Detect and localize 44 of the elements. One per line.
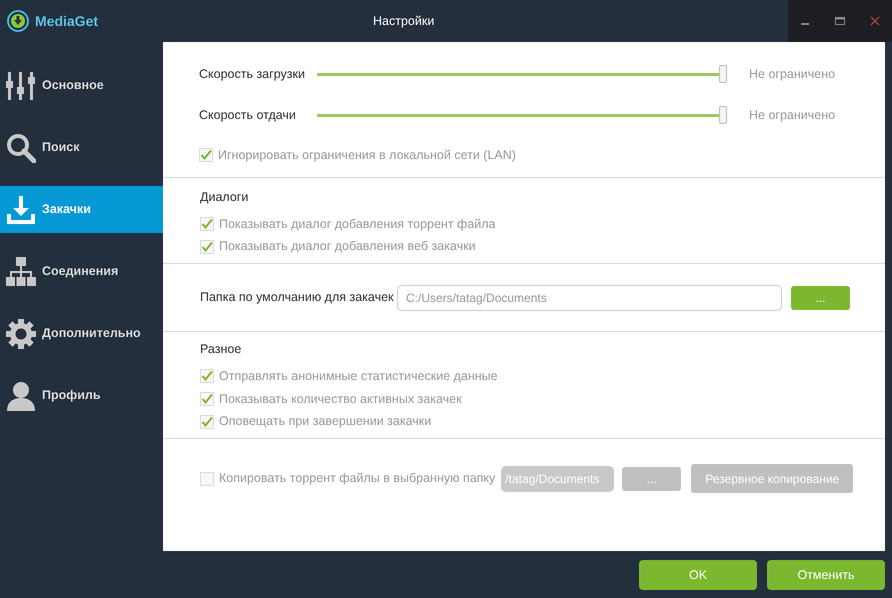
checkmark-icon — [201, 240, 213, 253]
slider-thumb[interactable] — [719, 65, 727, 83]
sidebar-item[interactable]: Соединения — [0, 248, 163, 295]
slider-label: Скорость загрузки — [199, 66, 306, 83]
checkbox-option[interactable]: Игнорировать ограничения в локальной сети (LAN) — [199, 146, 516, 165]
browse-button[interactable]: ... — [791, 286, 850, 310]
checkbox-option[interactable]: Показывать диалог добавления веб закачки — [200, 237, 476, 256]
folder-field[interactable]: C:/Users/tatag/Documents — [397, 284, 782, 310]
field-label: Папка по умолчанию для закачек — [200, 289, 395, 306]
maximize-icon[interactable] — [834, 16, 845, 26]
checkmark-icon — [201, 416, 213, 428]
network-icon — [6, 256, 36, 286]
sliders-icon — [6, 70, 36, 100]
checkbox-option[interactable]: Показывать диалог добавления торрент файла — [200, 214, 496, 234]
user-icon — [6, 380, 36, 410]
sidebar-item[interactable]: Закачки — [0, 186, 163, 233]
app-name: MediaGet — [35, 12, 98, 30]
checkmark-icon — [201, 392, 213, 405]
section-title: Разное — [200, 341, 242, 358]
checkmark-icon — [201, 370, 213, 382]
download-icon — [6, 194, 36, 224]
sidebar-item[interactable]: Поиск — [0, 124, 163, 171]
checkbox-option[interactable]: Отправлять анонимные статистические данные — [200, 366, 498, 386]
close-icon[interactable] — [870, 16, 880, 26]
logo-icon — [7, 10, 29, 32]
slider-value: Не ограничено — [749, 66, 836, 83]
section-title: Диалоги — [200, 188, 250, 206]
dialog-button[interactable]: OK — [639, 560, 757, 590]
checkbox-option[interactable]: Оповещать при завершении закачки — [200, 412, 432, 431]
slider-thumb[interactable] — [719, 106, 727, 124]
sidebar-item[interactable]: Основное — [0, 62, 163, 109]
slider-label: Скорость отдачи — [199, 106, 297, 124]
checkbox-option[interactable]: Показывать количество активных закачек — [200, 390, 462, 408]
sidebar-item[interactable]: Профиль — [0, 372, 163, 419]
checkmark-icon — [200, 149, 212, 162]
checkmark-icon — [201, 218, 213, 230]
slider[interactable] — [317, 65, 727, 83]
gear-icon — [6, 318, 36, 348]
slider-value: Не ограничено — [749, 106, 836, 124]
slider[interactable] — [317, 106, 727, 124]
sidebar-item[interactable]: Дополнительно — [0, 310, 163, 357]
dialog-button[interactable]: Отменить — [767, 560, 885, 590]
search-icon — [6, 132, 36, 162]
window-title: Настройки — [373, 12, 434, 30]
